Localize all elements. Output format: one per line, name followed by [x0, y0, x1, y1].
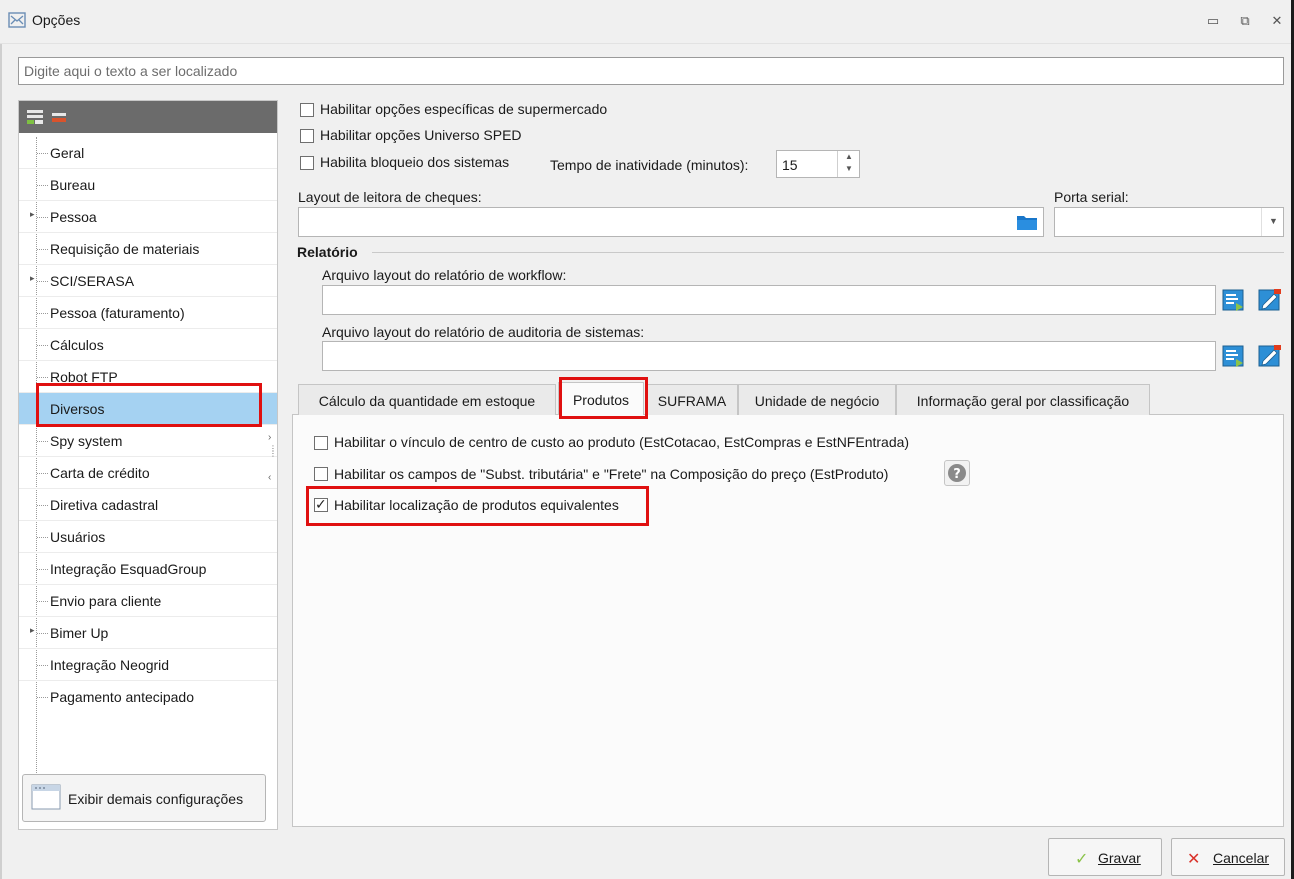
checkmark-icon: ✓ [1075, 851, 1089, 868]
tree-item-sci-serasa[interactable]: ▸ SCI/SERASA [19, 265, 277, 297]
relatorio-group-title: Relatório [297, 244, 358, 260]
edit-report-icon[interactable] [1257, 343, 1283, 369]
porta-serial-label: Porta serial: [1054, 189, 1129, 205]
expand-all-icon[interactable] [25, 107, 45, 127]
tree-item-carta-credito[interactable]: Carta de crédito [19, 457, 277, 489]
expand-arrow-icon[interactable]: ▸ [30, 273, 35, 284]
tab-calculo-estoque[interactable]: Cálculo da quantidade em estoque [298, 384, 556, 415]
tree-item-integracao-neogrid[interactable]: Integração Neogrid [19, 649, 277, 681]
panel-splitter[interactable]: › ⋮ ⋮ ‹ [266, 432, 278, 490]
search-input[interactable] [18, 57, 1284, 85]
expand-arrow-icon[interactable]: ▸ [30, 625, 35, 636]
supermercado-label: Habilitar opções específicas de supermer… [320, 101, 608, 117]
annotation-box-diversos [36, 383, 262, 427]
tree-item-geral[interactable]: Geral [19, 137, 277, 169]
svg-text:?: ? [953, 467, 961, 482]
tree-item-bureau[interactable]: Bureau [19, 169, 277, 201]
annotation-box-equivalentes [306, 486, 649, 526]
bloqueio-label: Habilita bloqueio dos sistemas [320, 154, 510, 170]
options-tree-panel: Geral Bureau ▸ Pessoa Requisição de mater… [18, 100, 278, 830]
annotation-box-produtos-tab [559, 377, 648, 419]
supermercado-checkbox[interactable] [300, 103, 314, 117]
relatorio-group-divider [372, 252, 1284, 253]
centro-custo-checkbox[interactable] [314, 436, 328, 450]
maximize-button[interactable]: ⧉ [1236, 12, 1254, 30]
subst-frete-checkbox[interactable] [314, 467, 328, 481]
gravar-button[interactable]: ✓ Gravar [1048, 838, 1162, 876]
tree-item-requisicao[interactable]: Requisição de materiais [19, 233, 277, 265]
tempo-inatividade-spinner[interactable]: 15 ▲ ▼ [776, 150, 860, 178]
bloqueio-checkbox[interactable] [300, 156, 314, 170]
tree-item-integracao-esquadgroup[interactable]: Integração EsquadGroup [19, 553, 277, 585]
open-report-icon[interactable] [1221, 287, 1247, 313]
tempo-inatividade-label: Tempo de inatividade (minutos): [550, 157, 749, 173]
help-button[interactable]: ? [944, 460, 970, 486]
auditoria-layout-input[interactable] [322, 341, 1216, 371]
app-icon [8, 12, 26, 28]
tab-suframa[interactable]: SUFRAMA [646, 384, 738, 415]
centro-custo-label: Habilitar o vínculo de centro de custo a… [334, 434, 910, 450]
tab-unidade-negocio[interactable]: Unidade de negócio [738, 384, 896, 415]
tree-item-pessoa[interactable]: ▸ Pessoa [19, 201, 277, 233]
subst-frete-label: Habilitar os campos de "Subst. tributári… [334, 466, 889, 482]
close-button[interactable]: ✕ [1268, 12, 1286, 30]
tree-item-usuarios[interactable]: Usuários [19, 521, 277, 553]
window-title: Opções [32, 12, 81, 28]
sped-checkbox[interactable] [300, 129, 314, 143]
spin-up-icon[interactable]: ▲ [845, 152, 853, 161]
tree-item-pagamento-antecipado[interactable]: Pagamento antecipado [19, 681, 277, 713]
show-more-settings-button[interactable]: Exibir demais configurações [22, 774, 266, 822]
chevron-down-icon: ▼ [1269, 216, 1278, 226]
folder-open-icon[interactable] [1014, 209, 1040, 235]
tempo-inatividade-value: 15 [782, 157, 798, 173]
window-left-border [0, 44, 2, 879]
tree-item-spy-system[interactable]: Spy system [19, 425, 277, 457]
tree-item-calculos[interactable]: Cálculos [19, 329, 277, 361]
layout-cheques-label: Layout de leitora de cheques: [298, 189, 482, 205]
workflow-layout-input[interactable] [322, 285, 1216, 315]
layout-cheques-input[interactable] [298, 207, 1044, 237]
sped-label: Habilitar opções Universo SPED [320, 127, 522, 143]
edit-report-icon[interactable] [1257, 287, 1283, 313]
window-settings-icon [31, 784, 61, 810]
expand-arrow-icon[interactable]: ▸ [30, 209, 35, 220]
workflow-layout-label: Arquivo layout do relatório de workflow: [322, 267, 567, 283]
collapse-all-icon[interactable] [49, 107, 69, 127]
open-report-icon[interactable] [1221, 343, 1247, 369]
tree-item-bimer-up[interactable]: ▸ Bimer Up [19, 617, 277, 649]
cancelar-button[interactable]: ✕ Cancelar [1171, 838, 1285, 876]
help-icon: ? [948, 464, 966, 482]
tree-item-diretiva-cadastral[interactable]: Diretiva cadastral [19, 489, 277, 521]
tree-item-envio-cliente[interactable]: Envio para cliente [19, 585, 277, 617]
minimize-button[interactable]: ▭ [1204, 12, 1222, 30]
close-icon: ✕ [1187, 851, 1201, 868]
title-bar [0, 0, 1294, 44]
auditoria-layout-label: Arquivo layout do relatório de auditoria… [322, 324, 645, 340]
porta-serial-select[interactable]: ▼ [1054, 207, 1284, 237]
spin-down-icon[interactable]: ▼ [845, 164, 853, 173]
tab-informacao-geral[interactable]: Informação geral por classificação [896, 384, 1150, 415]
tree-toolbar [19, 101, 277, 133]
tree-item-pessoa-faturamento[interactable]: Pessoa (faturamento) [19, 297, 277, 329]
